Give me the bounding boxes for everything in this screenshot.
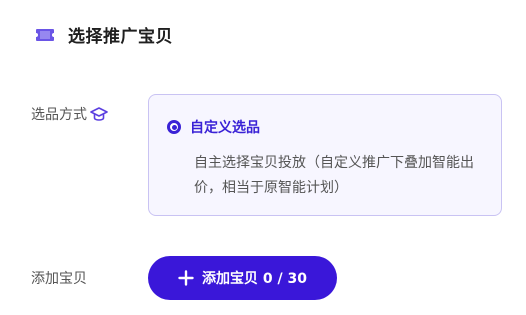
- section-title: 选择推广宝贝: [68, 27, 173, 47]
- graduation-cap-icon[interactable]: [90, 105, 108, 123]
- add-item-button[interactable]: 添加宝贝 0 / 30: [148, 256, 337, 300]
- add-item-label-text: 添加宝贝: [31, 271, 87, 287]
- plus-icon: [178, 270, 194, 286]
- option-description: 自主选择宝贝投放（自定义推广下叠加智能出价，相当于原智能计划）: [194, 155, 474, 196]
- add-item-label: 添加宝贝: [31, 268, 87, 288]
- section-header: 选择推广宝贝: [34, 22, 173, 47]
- option-header: 自定义选品: [167, 117, 481, 137]
- selection-mode-label-text: 选品方式: [31, 107, 87, 123]
- selection-mode-label: 选品方式: [31, 104, 108, 124]
- ticket-icon: [34, 24, 56, 46]
- radio-selected[interactable]: [167, 120, 181, 134]
- custom-selection-option-card[interactable]: 自定义选品 自主选择宝贝投放（自定义推广下叠加智能出价，相当于原智能计划）: [148, 94, 502, 216]
- add-item-button-label: 添加宝贝 0 / 30: [202, 271, 307, 287]
- option-title: 自定义选品: [190, 120, 260, 136]
